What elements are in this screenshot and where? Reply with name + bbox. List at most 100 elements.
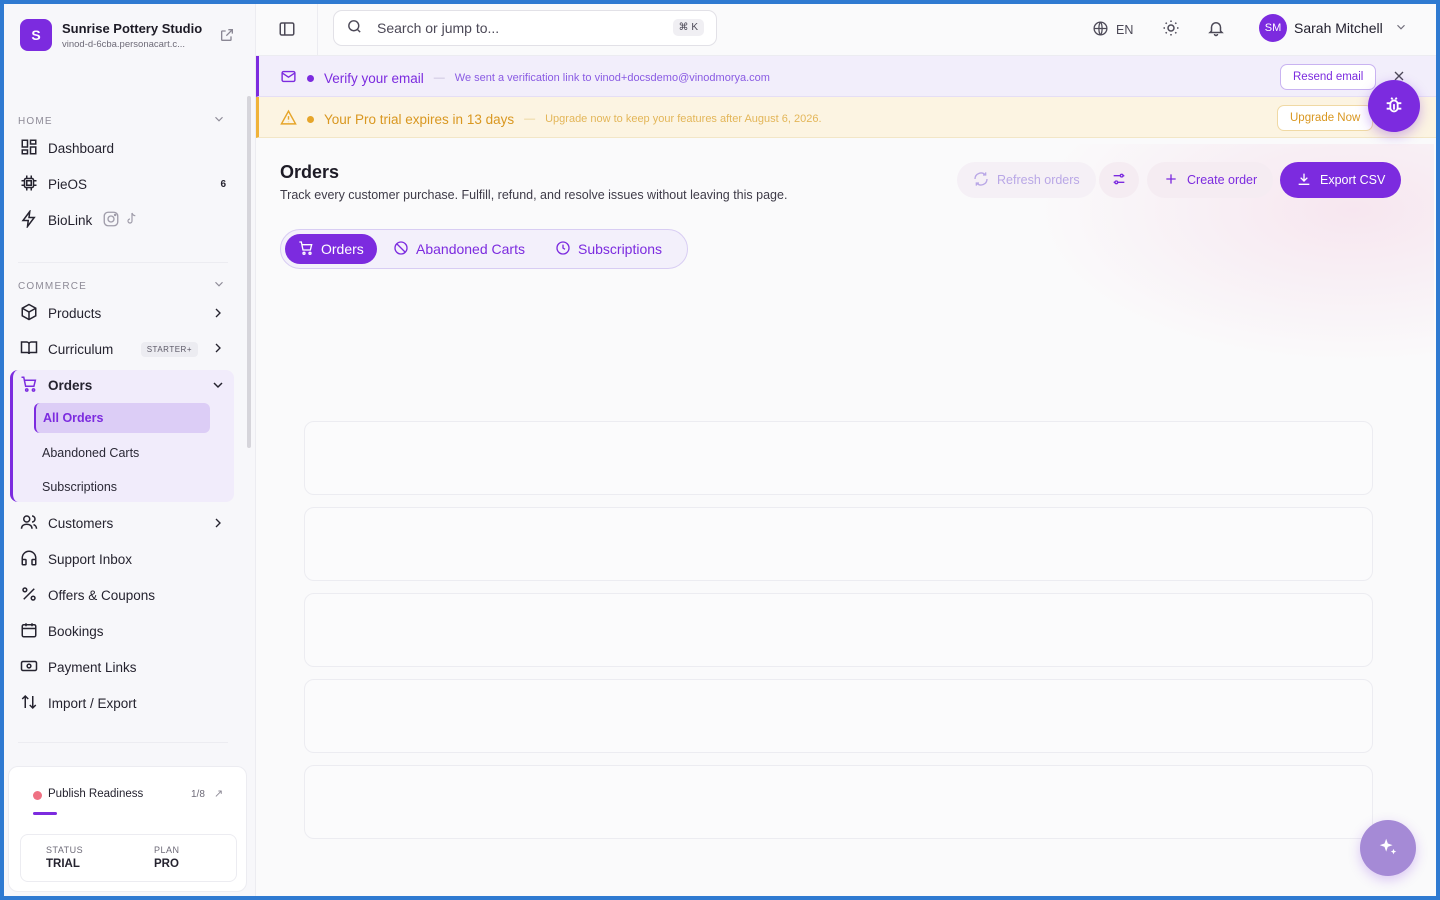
create-order-button[interactable]: Create order: [1147, 162, 1274, 198]
search-input[interactable]: Search or jump to... ⌘ K: [333, 10, 717, 46]
bell-icon[interactable]: [1207, 19, 1225, 40]
clock-icon: [555, 240, 571, 259]
sidebar-scrollbar[interactable]: [247, 96, 251, 448]
sidebar-item-label: Curriculum: [48, 341, 114, 357]
sidebar-item-curriculum[interactable]: Curriculum STARTER+: [20, 335, 234, 363]
dashboard-icon: [20, 138, 38, 159]
sidebar-item-dashboard[interactable]: Dashboard: [20, 134, 234, 162]
arrow-up-right-icon: ↗: [214, 788, 224, 800]
mail-icon: [280, 68, 297, 88]
warning-icon: [280, 109, 297, 129]
trial-banner: Your Pro trial expires in 13 days — Upgr…: [256, 97, 1436, 138]
external-link-icon[interactable]: [219, 27, 235, 46]
topbar: Search or jump to... ⌘ K EN SM Sarah Mit…: [256, 4, 1436, 56]
ban-icon: [393, 240, 409, 259]
sidebar-item-label: Orders: [48, 377, 93, 393]
sidebar-item-support-inbox[interactable]: Support Inbox: [20, 545, 234, 573]
brand[interactable]: S Sunrise Pottery Studio vinod-d-6cba.pe…: [20, 19, 202, 51]
brand-domain: vinod-d-6cba.personacart.c...: [62, 38, 186, 50]
sidebar-item-label: Offers & Coupons: [48, 587, 156, 603]
loading-placeholder: [304, 507, 1373, 581]
upgrade-now-button[interactable]: Upgrade Now: [1277, 105, 1374, 131]
sparkles-icon: [1377, 836, 1399, 861]
chevron-down-icon: [1394, 20, 1408, 37]
bug-report-button[interactable]: [1368, 80, 1420, 132]
user-menu[interactable]: SM Sarah Mitchell: [1259, 14, 1408, 42]
language-selector[interactable]: EN: [1092, 20, 1133, 40]
chevron-down-icon[interactable]: [212, 277, 226, 294]
sun-icon[interactable]: [1162, 19, 1180, 40]
box-icon: [20, 303, 38, 324]
sidebar-item-label: Support Inbox: [48, 551, 133, 567]
bolt-icon: [20, 208, 38, 231]
tab-label: Abandoned Carts: [416, 241, 525, 257]
page-description: Track every customer purchase. Fulfill, …: [280, 188, 788, 202]
banner-message: Upgrade now to keep your features after …: [545, 113, 822, 125]
sidebar-item-products[interactable]: Products: [20, 299, 234, 327]
sidebar-item-customers[interactable]: Customers: [20, 509, 234, 537]
calendar-icon: [20, 621, 38, 642]
chevron-right-icon: [210, 340, 226, 359]
chevron-down-icon: [210, 377, 226, 393]
tab-abandoned-carts[interactable]: Abandoned Carts: [393, 234, 525, 264]
export-csv-button[interactable]: Export CSV: [1280, 162, 1402, 198]
loading-placeholder: [304, 421, 1373, 495]
status-dot: [33, 791, 42, 800]
users-icon: [20, 513, 38, 534]
refresh-orders-button[interactable]: Refresh orders: [957, 162, 1096, 198]
brand-logo: S: [20, 19, 52, 51]
resend-email-button[interactable]: Resend email: [1280, 64, 1377, 90]
chevron-right-icon: [210, 515, 226, 531]
sidebar-item-label: Dashboard: [48, 140, 115, 156]
sidebar-toggle-icon[interactable]: [278, 20, 296, 41]
tab-subscriptions[interactable]: Subscriptions: [555, 234, 662, 264]
sidebar-subitem-abandoned-carts[interactable]: Abandoned Carts: [42, 446, 139, 460]
globe-icon: [1092, 20, 1109, 40]
ai-assistant-button[interactable]: [1360, 820, 1416, 876]
page-title: Orders: [280, 162, 340, 182]
sidebar-item-label: PieOS: [48, 176, 88, 192]
sidebar-item-pieos[interactable]: PieOS 6: [20, 170, 234, 198]
chevron-down-icon[interactable]: [212, 112, 226, 129]
banner-title: Your Pro trial expires in 13 days: [324, 111, 515, 127]
loading-placeholder: [304, 679, 1373, 753]
headset-icon: [20, 549, 38, 570]
filter-button[interactable]: [1099, 162, 1139, 198]
instagram-icon: [102, 210, 120, 231]
sidebar-item-orders[interactable]: Orders: [20, 371, 234, 399]
divider: [317, 4, 318, 56]
book-icon: [20, 339, 38, 360]
cart-icon: [298, 240, 314, 259]
banner-title: Verify your email: [324, 70, 424, 86]
sidebar-item-import-export[interactable]: Import / Export: [20, 689, 234, 717]
chevron-right-icon: [210, 305, 226, 321]
sidebar-item-offers-coupons[interactable]: Offers & Coupons: [20, 581, 234, 609]
orders-tabs: Orders Abandoned Carts Subscriptions: [280, 229, 688, 269]
refresh-icon: [973, 171, 989, 190]
section-home-label: HOME: [18, 116, 53, 127]
curriculum-right: STARTER+: [140, 340, 226, 359]
sidebar-item-biolink[interactable]: BioLink: [20, 206, 234, 234]
tab-orders[interactable]: Orders: [285, 234, 377, 264]
tiktok-icon: [124, 210, 140, 231]
sidebar-item-label: Products: [48, 305, 102, 321]
sidebar-subitem-subscriptions[interactable]: Subscriptions: [42, 480, 117, 494]
readiness-label: Publish Readiness: [48, 788, 144, 800]
percent-icon: [20, 585, 38, 606]
create-label: Create order: [1187, 173, 1258, 187]
publish-readiness-card[interactable]: Publish Readiness 1/8 ↗ STATUS TRIAL PLA…: [8, 766, 247, 892]
sidebar-item-label: BioLink: [48, 212, 93, 228]
sliders-icon: [1111, 171, 1127, 190]
sidebar-item-payment-links[interactable]: Payment Links: [20, 653, 234, 681]
tab-label: Orders: [321, 241, 364, 257]
separator: —: [433, 72, 445, 84]
download-icon: [1296, 171, 1312, 190]
sidebar-subitem-all-orders[interactable]: All Orders: [34, 403, 210, 433]
bug-icon: [1383, 94, 1405, 119]
sidebar-item-label: Payment Links: [48, 659, 137, 675]
status-plan-box: STATUS TRIAL PLAN PRO: [20, 834, 237, 882]
payment-icon: [20, 657, 38, 678]
sidebar-item-bookings[interactable]: Bookings: [20, 617, 234, 645]
refresh-label: Refresh orders: [997, 173, 1080, 187]
export-label: Export CSV: [1320, 173, 1386, 187]
